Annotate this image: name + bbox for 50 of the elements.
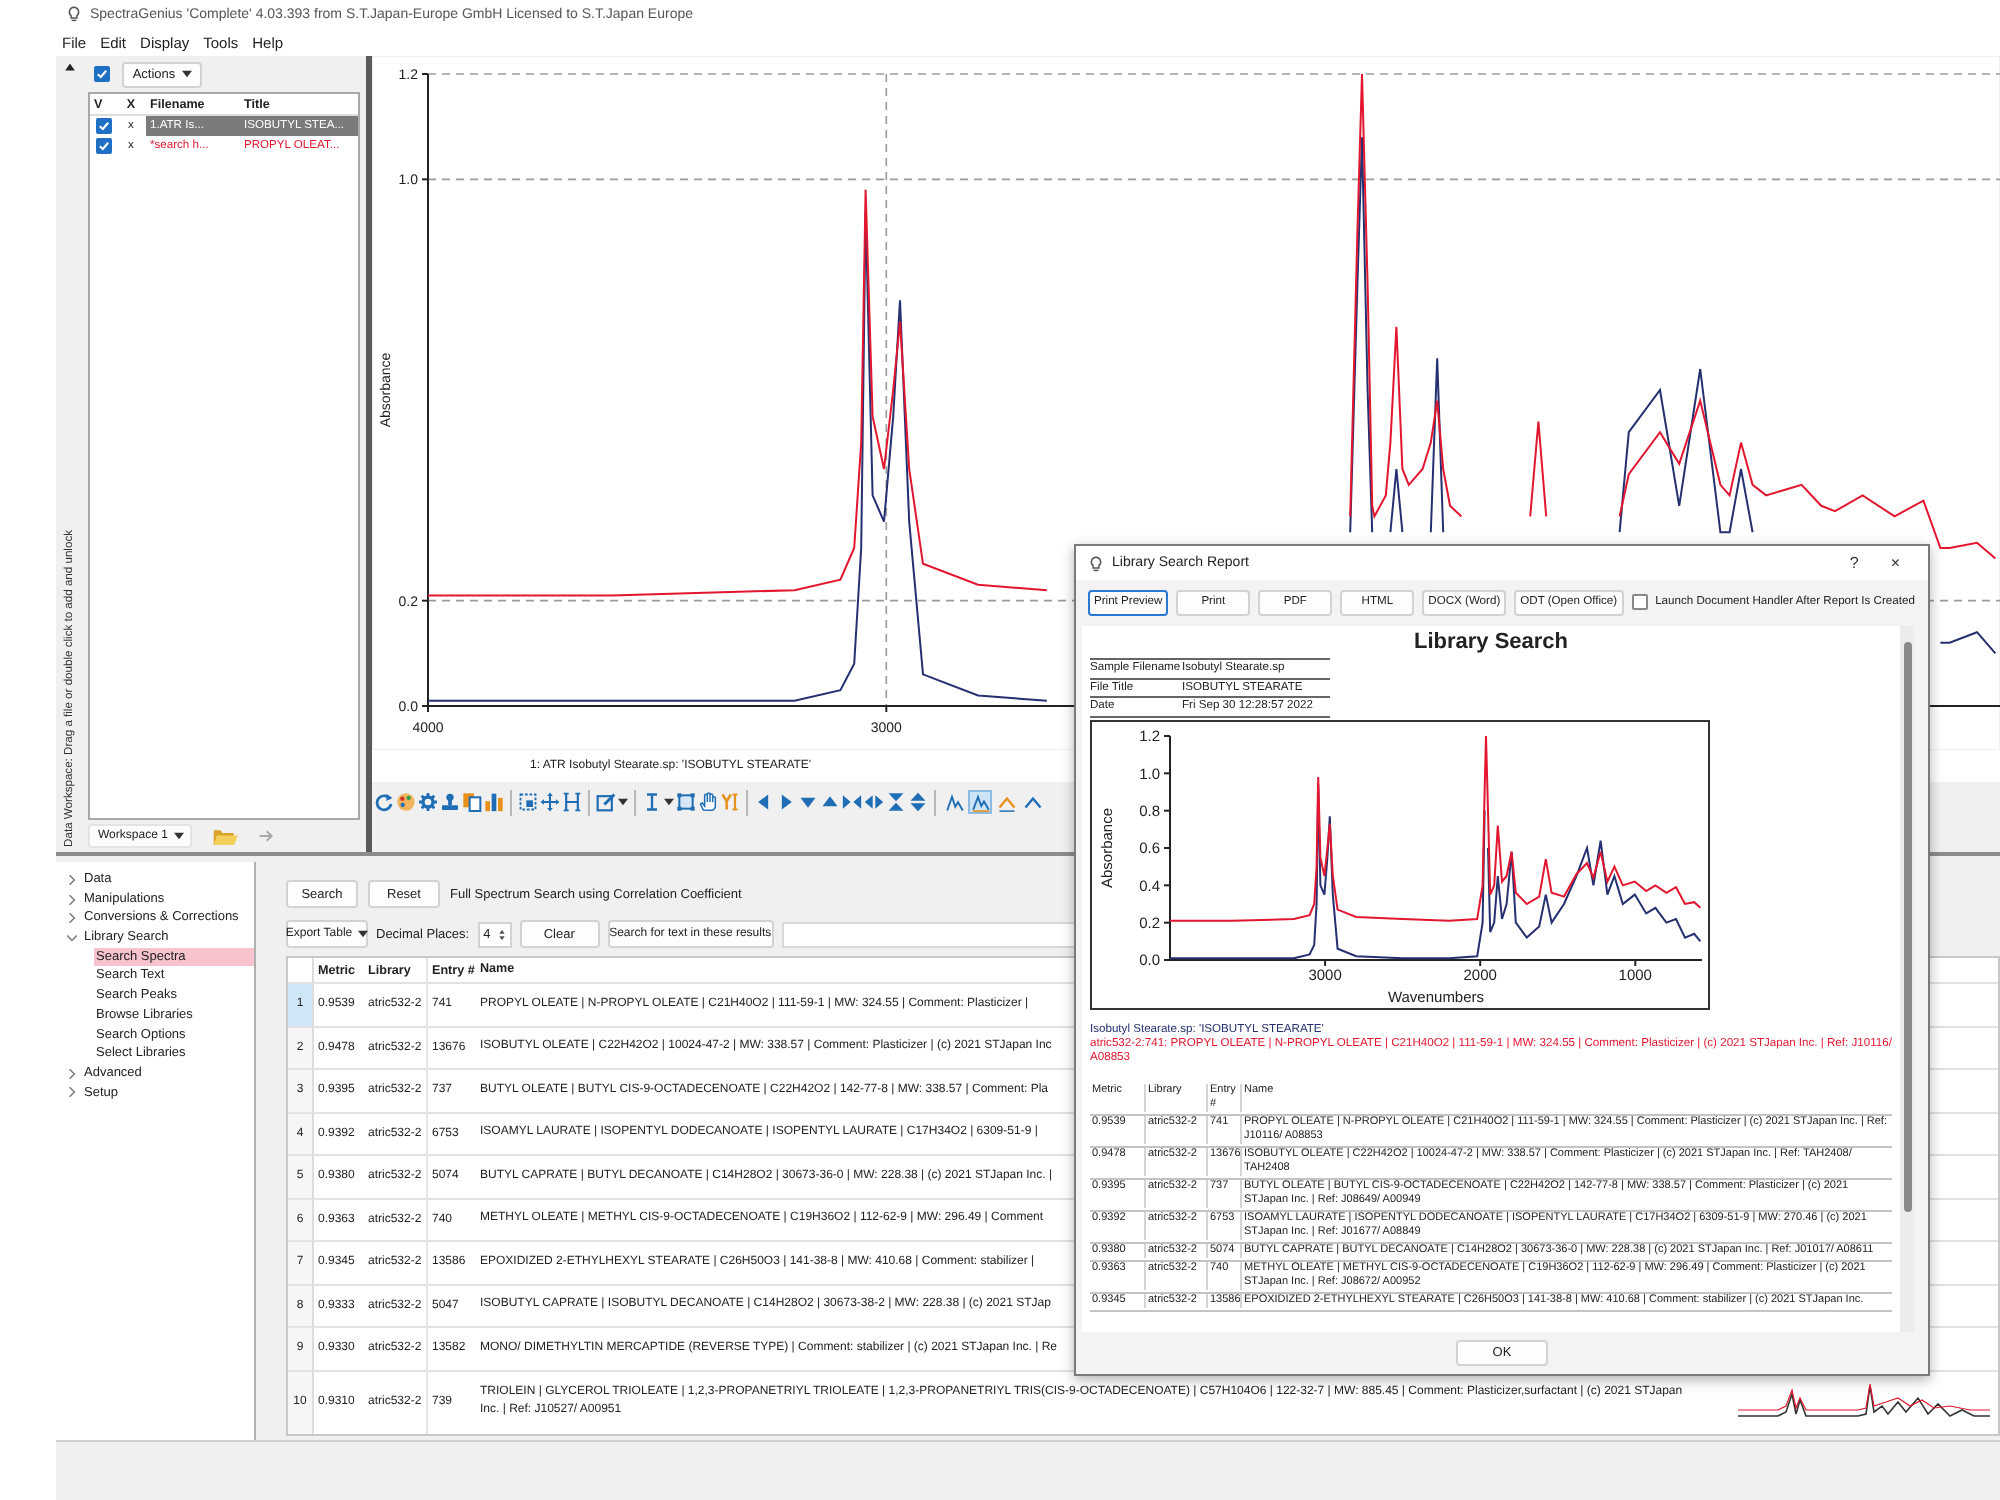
dashed-square-icon[interactable]: [518, 792, 538, 812]
caret-icon: [358, 930, 369, 938]
help-button[interactable]: ?: [1837, 554, 1871, 572]
checkbox[interactable]: [95, 118, 111, 134]
gear-icon[interactable]: [418, 792, 438, 812]
triangle-icon[interactable]: [63, 62, 75, 72]
caret-icon: [664, 798, 674, 806]
triangle-down-icon[interactable]: [798, 792, 818, 812]
edit-icon[interactable]: [596, 792, 616, 812]
peak-icon: [997, 793, 1015, 811]
bar-chart-icon[interactable]: [484, 792, 504, 812]
caret-icon: [618, 798, 628, 806]
frame-icon[interactable]: [676, 792, 696, 812]
copy-icon[interactable]: [462, 792, 482, 812]
close-button[interactable]: ×: [1878, 554, 1912, 572]
lightbulb-icon: [1088, 555, 1104, 571]
chevron-right-icon[interactable]: [66, 893, 78, 906]
expand-horizontal-icon[interactable]: [864, 792, 884, 812]
report-heading: Library Search: [1413, 628, 1569, 658]
peak-toggle-button[interactable]: [968, 790, 992, 814]
refresh-icon[interactable]: [374, 792, 394, 812]
hand-icon[interactable]: [698, 792, 718, 812]
triangle-up-icon[interactable]: [820, 792, 840, 812]
chevron-right-icon[interactable]: [66, 873, 78, 886]
peak-icon: [971, 793, 989, 811]
peak-icon: [945, 793, 963, 811]
triangle-right-icon[interactable]: [776, 792, 796, 812]
chevron-right-icon[interactable]: [66, 1067, 78, 1080]
caret-icon: [173, 832, 184, 840]
move-icon[interactable]: [540, 792, 560, 812]
chevron-right-icon[interactable]: [66, 912, 78, 925]
checkbox[interactable]: [95, 138, 111, 154]
h-shape-icon[interactable]: [562, 792, 582, 812]
lightbulb-icon: [66, 6, 82, 22]
peak-icon: [1023, 793, 1041, 811]
caret-icon: [181, 70, 192, 78]
stamp-icon[interactable]: [440, 792, 460, 812]
triangle-left-icon[interactable]: [754, 792, 774, 812]
scrollbar-thumb[interactable]: [1903, 642, 1911, 1212]
spin-arrows-icon: [497, 927, 506, 941]
checkbox[interactable]: [1631, 594, 1648, 610]
collapse-horizontal-icon[interactable]: [842, 792, 862, 812]
peak-toggle-button[interactable]: [942, 790, 966, 814]
chevron-down-icon[interactable]: [66, 931, 78, 944]
expand-vertical-icon[interactable]: [908, 792, 928, 812]
checkbox[interactable]: [94, 66, 110, 82]
text-cursor-icon[interactable]: [642, 792, 662, 812]
chevron-right-icon[interactable]: [66, 1086, 78, 1099]
palette-icon[interactable]: [396, 792, 416, 812]
hourglass-icon[interactable]: [886, 792, 906, 812]
